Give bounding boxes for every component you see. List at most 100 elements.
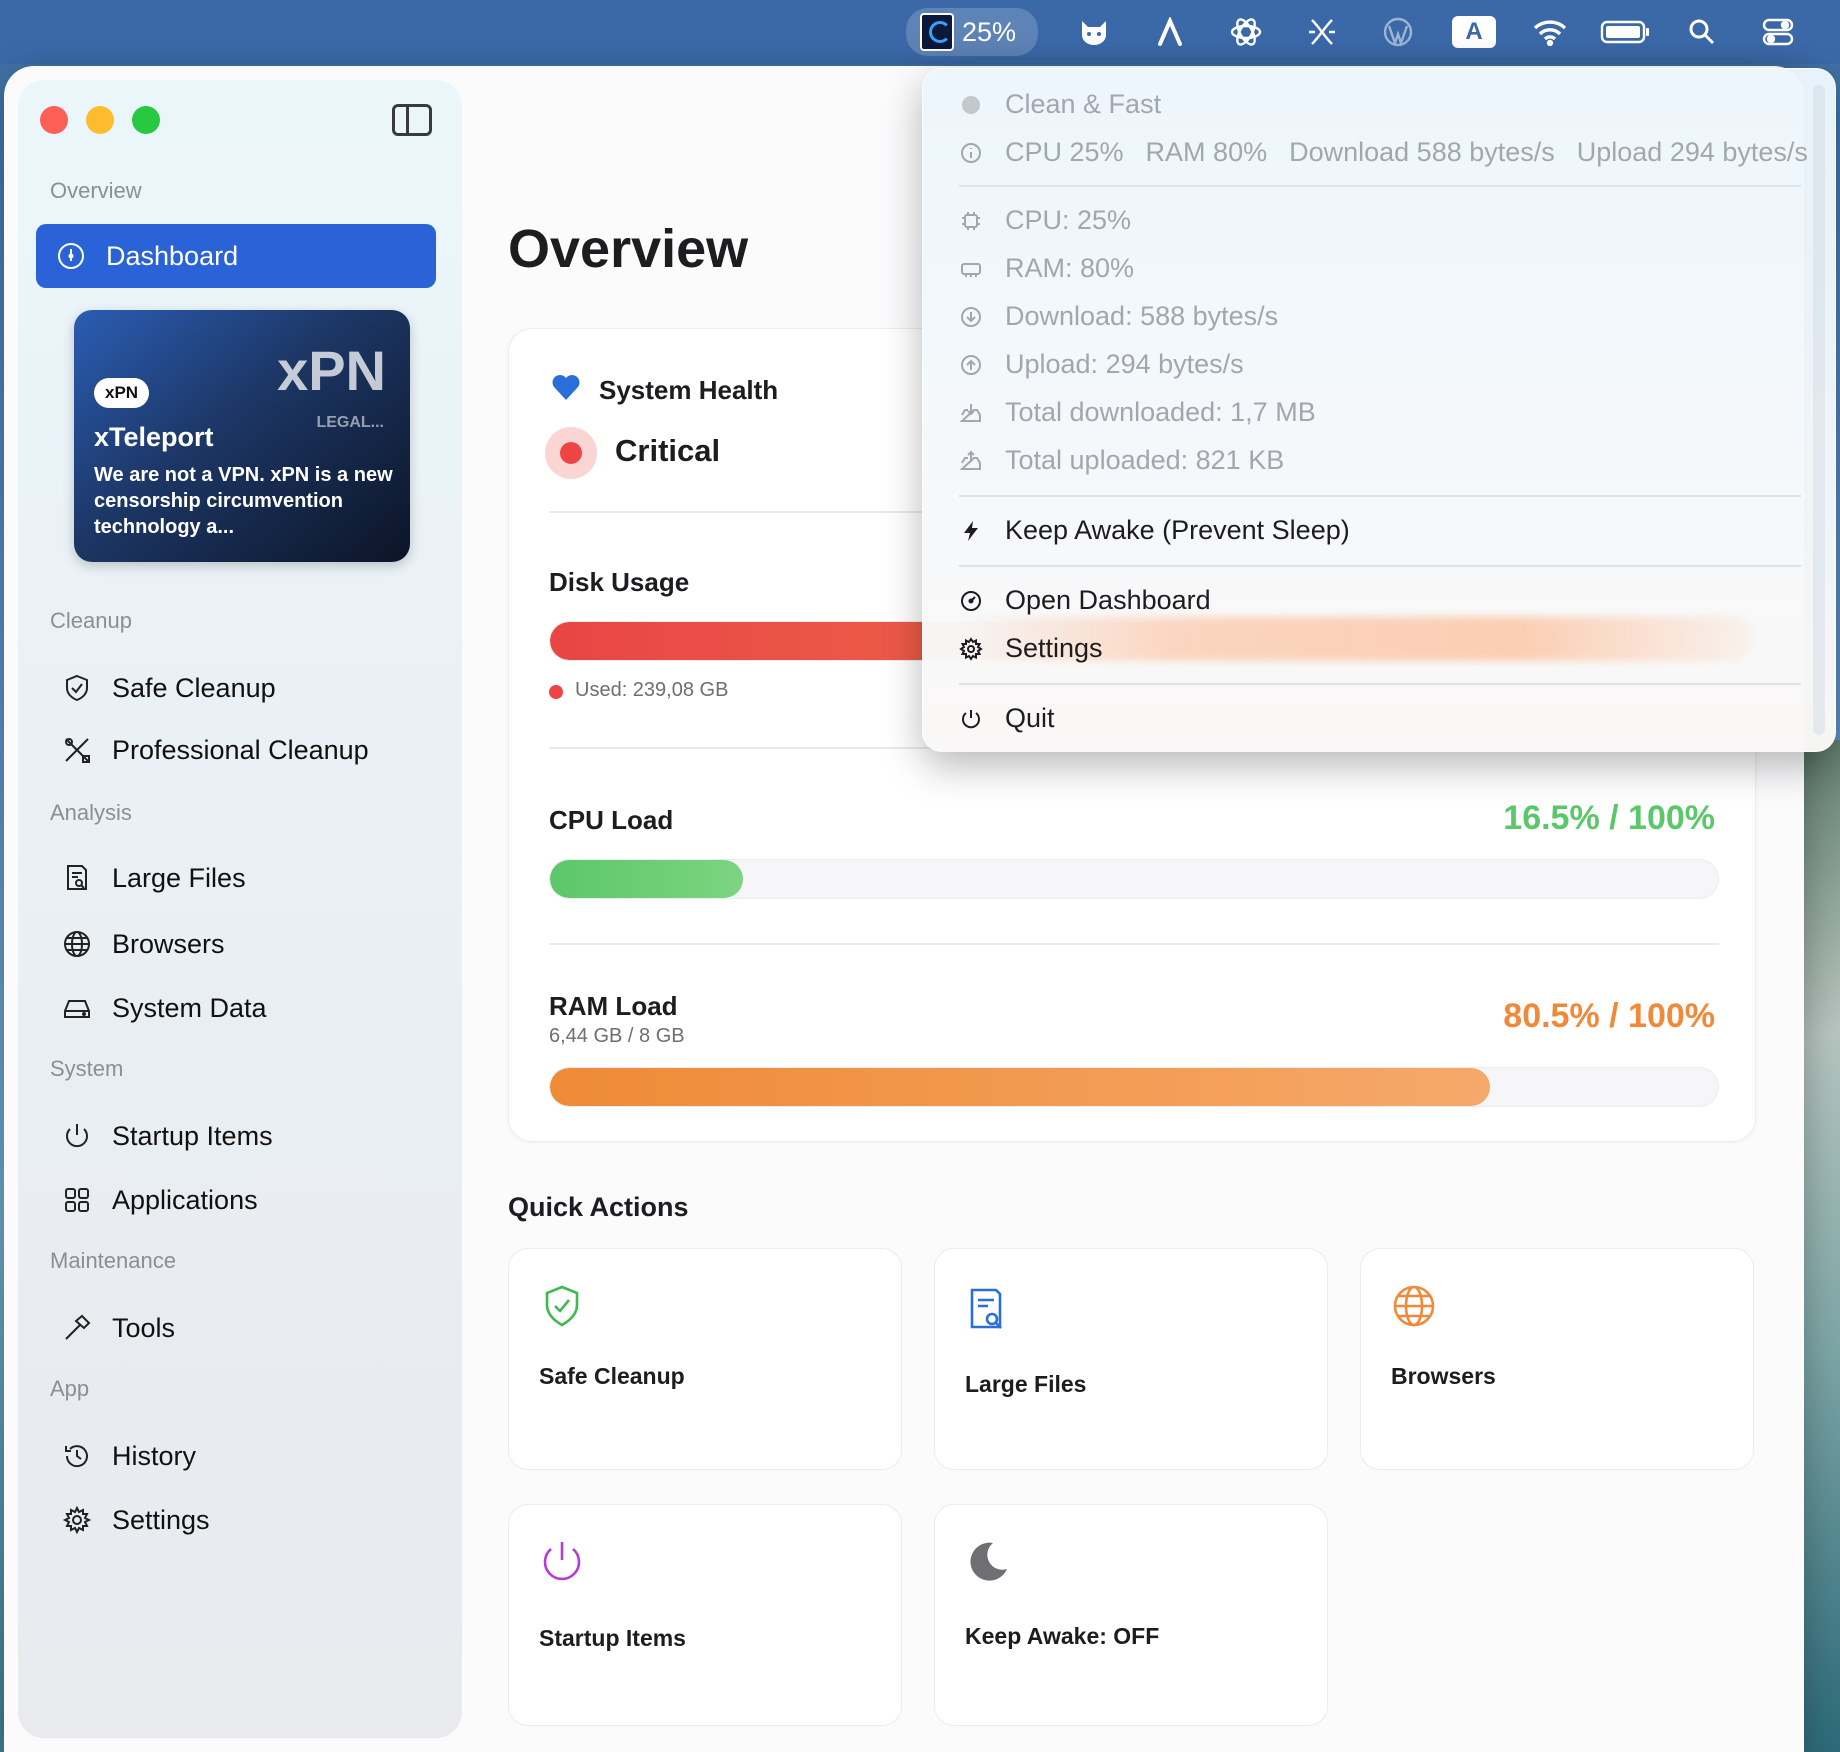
section-app: App xyxy=(50,1376,90,1401)
minimize-window-button[interactable] xyxy=(86,106,114,134)
cat-icon[interactable] xyxy=(1056,0,1132,64)
quick-action-label: Safe Cleanup xyxy=(539,1363,685,1389)
xpn-promo-banner[interactable]: xPN LEGAL... xPN xTeleport We are not a … xyxy=(74,310,410,562)
document-search-icon xyxy=(67,865,87,890)
app-grid-icon xyxy=(65,1188,89,1212)
sidebar-item-label: Tools xyxy=(112,1312,176,1343)
close-window-button[interactable] xyxy=(40,106,68,134)
sidebar-item-professional-cleanup[interactable]: Professional Cleanup xyxy=(42,718,442,782)
cpu-load-label: CPU Load xyxy=(549,805,674,835)
hard-drive-icon xyxy=(64,1000,90,1018)
sidebar-item-label: Startup Items xyxy=(112,1120,273,1151)
search-icon[interactable] xyxy=(1664,0,1740,64)
menu-header-label: Clean & Fast xyxy=(1005,89,1162,119)
quick-action-large-files[interactable]: Large Files xyxy=(934,1248,1328,1470)
menubar-cpu-percent: 25% xyxy=(961,16,1016,47)
divider xyxy=(549,943,1719,945)
disk-used-text: Used: 239,08 GB xyxy=(575,679,729,701)
moon-icon xyxy=(970,1542,1007,1581)
sidebar-item-dashboard[interactable]: Dashboard xyxy=(36,224,436,288)
wordpress-icon[interactable] xyxy=(1360,0,1436,64)
ram-usage-text: 6,44 GB / 8 GB xyxy=(549,1025,685,1047)
app-circle-icon xyxy=(962,95,980,114)
section-maintenance: Maintenance xyxy=(50,1248,176,1273)
sidebar-item-label: Applications xyxy=(112,1184,258,1215)
dashboard-gauge-icon xyxy=(961,590,981,611)
sidebar-item-label: Professional Cleanup xyxy=(112,734,369,765)
menu-bar: 25% A xyxy=(0,0,1840,64)
quick-action-startup-items[interactable]: Startup Items xyxy=(508,1504,902,1726)
sidebar-item-applications[interactable]: Applications xyxy=(42,1168,442,1232)
menu-stat-total-uploaded: Total uploaded: 821 KB xyxy=(959,445,1284,476)
health-status-text: Critical xyxy=(615,433,721,468)
quick-action-label: Keep Awake: OFF xyxy=(965,1623,1160,1649)
gear-icon xyxy=(959,636,983,661)
app-logo-icon xyxy=(919,13,954,51)
shield-check-icon xyxy=(66,674,88,702)
menu-item-quit[interactable]: Quit xyxy=(959,703,1055,734)
section-analysis: Analysis xyxy=(50,800,132,825)
upload-circle-icon xyxy=(961,354,981,375)
quick-action-keep-awake[interactable]: Keep Awake: OFF xyxy=(934,1504,1328,1726)
sidebar-item-startup-items[interactable]: Startup Items xyxy=(42,1104,442,1168)
sidebar-item-label: Safe Cleanup xyxy=(112,672,276,703)
sidebar-item-label: System Data xyxy=(112,992,267,1023)
menu-stat-upload: Upload: 294 bytes/s xyxy=(959,349,1244,380)
sidebar-item-label: History xyxy=(112,1440,197,1471)
menu-item-keep-awake[interactable]: Keep Awake (Prevent Sleep) xyxy=(959,515,1350,546)
promo-logo-text: xPN xyxy=(277,339,386,402)
menu-item-label: Settings xyxy=(1005,633,1103,663)
menu-item-settings[interactable]: Settings xyxy=(959,633,1103,664)
dashboard-gauge-icon xyxy=(58,243,84,269)
menu-separator xyxy=(959,185,1801,187)
sidebar-item-tools[interactable]: Tools xyxy=(42,1296,442,1360)
sidebar-item-system-data[interactable]: System Data xyxy=(42,976,442,1040)
ram-load-bar xyxy=(549,1067,1719,1107)
page-title: Overview xyxy=(508,219,749,279)
battery-icon[interactable] xyxy=(1588,0,1664,64)
menu-stat-download: Download: 588 bytes/s xyxy=(959,301,1278,332)
tools-cross-icon xyxy=(65,738,90,763)
menu-separator xyxy=(959,495,1801,497)
menu-item-open-dashboard[interactable]: Open Dashboard xyxy=(959,585,1211,616)
menubar-app-status[interactable]: 25% xyxy=(905,8,1038,56)
globe-icon xyxy=(64,931,90,957)
sidebar-item-history[interactable]: History xyxy=(42,1424,442,1488)
wifi-icon[interactable] xyxy=(1512,0,1588,64)
font-a-icon[interactable] xyxy=(1132,0,1208,64)
section-system: System xyxy=(50,1056,124,1081)
quick-action-browsers[interactable]: Browsers xyxy=(1360,1248,1754,1470)
stat-label: Total downloaded: 1,7 MB xyxy=(1005,397,1316,427)
zoom-window-button[interactable] xyxy=(132,106,160,134)
sidebar-item-settings[interactable]: Settings xyxy=(42,1488,442,1552)
quick-action-label: Large Files xyxy=(965,1371,1087,1397)
sidebar-item-label: Browsers xyxy=(112,928,225,959)
quick-actions-title: Quick Actions xyxy=(508,1192,689,1222)
menu-stat-cpu: CPU: 25% xyxy=(959,205,1131,236)
summary-download: Download 588 bytes/s xyxy=(1289,137,1555,167)
sidebar-toggle-icon[interactable] xyxy=(392,104,432,136)
sidebar-item-browsers[interactable]: Browsers xyxy=(42,912,442,976)
document-search-icon xyxy=(970,1288,1002,1329)
quick-action-safe-cleanup[interactable]: Safe Cleanup xyxy=(508,1248,902,1470)
sidebar-item-label: Large Files xyxy=(112,862,246,893)
openai-icon[interactable] xyxy=(1208,0,1284,64)
sidebar-item-large-files[interactable]: Large Files xyxy=(42,846,442,910)
menu-stat-total-downloaded: Total downloaded: 1,7 MB xyxy=(959,397,1316,428)
power-icon xyxy=(66,1124,88,1148)
heart-icon xyxy=(552,375,580,400)
hammer-icon xyxy=(65,1314,91,1340)
menu-scrollbar[interactable] xyxy=(1813,85,1825,735)
sidebar-item-safe-cleanup[interactable]: Safe Cleanup xyxy=(42,656,442,720)
menu-stat-ram: RAM: 80% xyxy=(959,253,1134,284)
bolt-icon xyxy=(964,520,978,541)
keyboard-a-icon[interactable]: A xyxy=(1436,0,1512,64)
control-center-icon[interactable] xyxy=(1740,0,1816,64)
gear-icon xyxy=(62,1505,92,1535)
x-logo-icon[interactable] xyxy=(1284,0,1360,64)
menu-item-label: Keep Awake (Prevent Sleep) xyxy=(1005,515,1350,545)
cpu-load-percent: 16.5% / 100% xyxy=(1503,799,1715,837)
promo-description: We are not a VPN. xPN is a new censorshi… xyxy=(94,464,393,538)
disk-usage-label: Disk Usage xyxy=(549,567,690,597)
system-health-label: System Health xyxy=(599,375,779,405)
